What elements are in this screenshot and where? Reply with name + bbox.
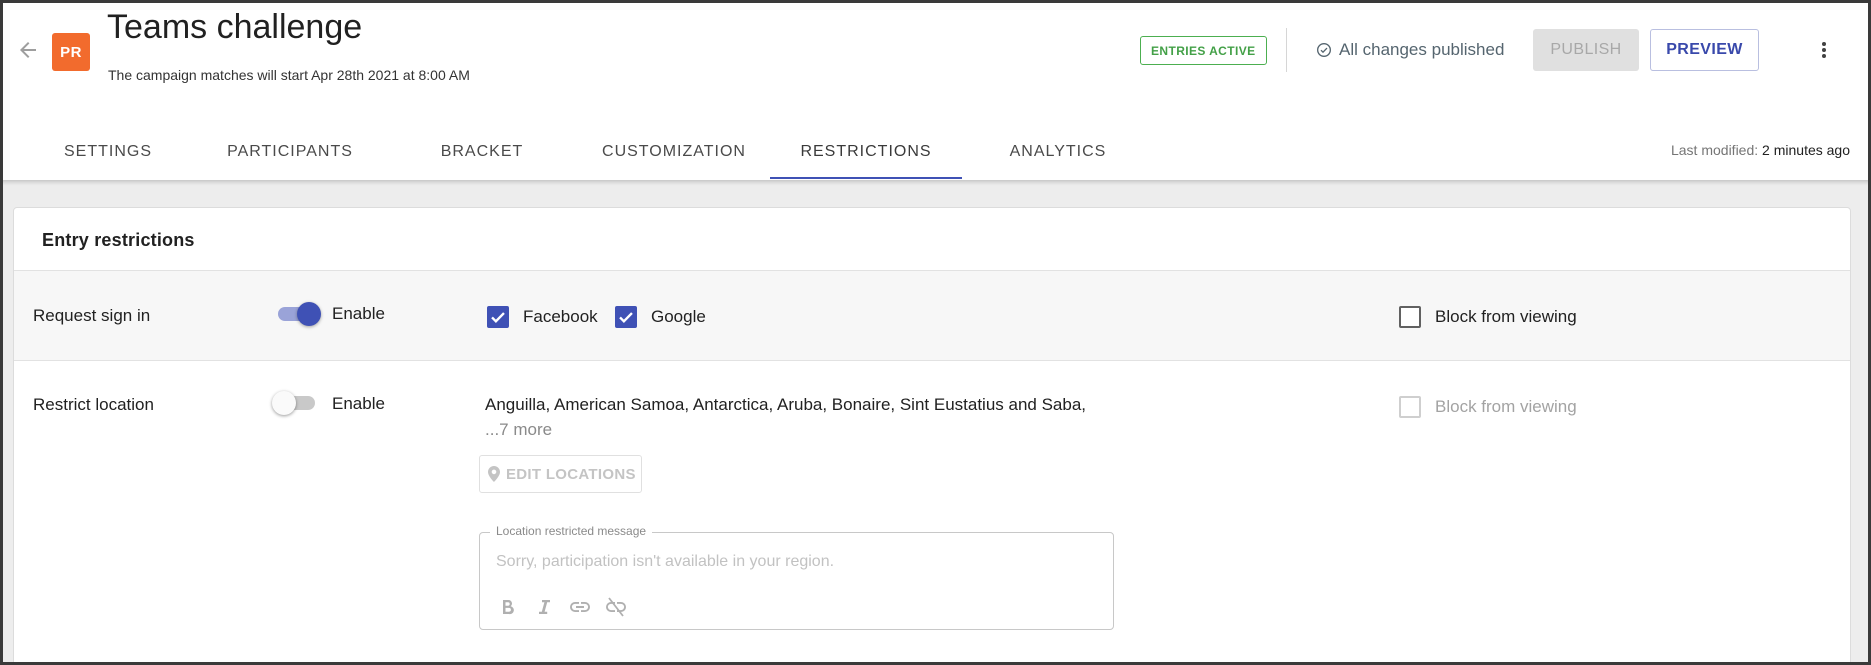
sign-in-block-viewing-checkbox[interactable] bbox=[1399, 306, 1421, 328]
tab-settings[interactable]: SETTINGS bbox=[22, 125, 194, 179]
campaign-logo: PR bbox=[52, 33, 90, 71]
location-message-legend: Location restricted message bbox=[490, 524, 653, 538]
bold-icon[interactable] bbox=[495, 595, 521, 619]
restrict-location-label: Restrict location bbox=[33, 395, 154, 414]
tab-bar: SETTINGS PARTICIPANTS BRACKET CUSTOMIZAT… bbox=[22, 125, 1154, 179]
publish-status: All changes published bbox=[1316, 40, 1504, 60]
publish-status-text: All changes published bbox=[1339, 40, 1505, 59]
tab-participants[interactable]: PARTICIPANTS bbox=[194, 125, 386, 179]
check-circle-icon bbox=[1317, 43, 1331, 57]
publish-button[interactable]: PUBLISH bbox=[1533, 29, 1639, 71]
sign-in-block-viewing-label: Block from viewing bbox=[1435, 307, 1577, 326]
entry-restrictions-card: Entry restrictions Request sign in Enabl… bbox=[13, 207, 1851, 665]
tab-customization[interactable]: CUSTOMIZATION bbox=[578, 125, 770, 179]
back-arrow-icon[interactable] bbox=[16, 38, 40, 62]
edit-locations-button[interactable]: EDIT LOCATIONS bbox=[479, 455, 642, 493]
sign-in-toggle-label: Enable bbox=[332, 304, 385, 323]
more-locations-link[interactable]: ...7 more bbox=[485, 420, 552, 440]
last-modified-label: Last modified: bbox=[1670, 142, 1759, 158]
campaign-start-info: The campaign matches will start Apr 28th… bbox=[108, 67, 470, 83]
location-block-viewing-label: Block from viewing bbox=[1435, 397, 1577, 416]
sign-in-toggle[interactable] bbox=[275, 302, 321, 326]
preview-button[interactable]: PREVIEW bbox=[1650, 29, 1759, 71]
unlink-icon[interactable] bbox=[603, 595, 629, 619]
location-pin-icon bbox=[488, 466, 500, 482]
location-message-editor[interactable]: Location restricted message Sorry, parti… bbox=[479, 524, 1114, 630]
facebook-checkbox[interactable] bbox=[487, 306, 509, 328]
google-label: Google bbox=[651, 307, 706, 326]
card-title: Entry restrictions bbox=[42, 230, 195, 250]
selected-locations: Anguilla, American Samoa, Antarctica, Ar… bbox=[485, 395, 1087, 414]
tab-analytics[interactable]: ANALYTICS bbox=[962, 125, 1154, 179]
status-badge: ENTRIES ACTIVE bbox=[1140, 36, 1267, 65]
tab-bracket[interactable]: BRACKET bbox=[386, 125, 578, 179]
location-message-placeholder: Sorry, participation isn't available in … bbox=[496, 553, 835, 570]
tab-restrictions[interactable]: RESTRICTIONS bbox=[770, 125, 962, 179]
link-icon[interactable] bbox=[567, 595, 593, 619]
italic-icon[interactable] bbox=[531, 595, 557, 619]
location-toggle[interactable] bbox=[272, 391, 318, 415]
editor-toolbar bbox=[495, 595, 629, 619]
location-toggle-label: Enable bbox=[332, 394, 385, 413]
last-modified: Last modified: 2 minutes ago bbox=[1671, 142, 1850, 158]
request-sign-in-label: Request sign in bbox=[33, 306, 151, 325]
campaign-header: PR Teams challenge The campaign matches … bbox=[0, 0, 1871, 180]
last-modified-value: 2 minutes ago bbox=[1762, 142, 1850, 158]
more-vert-icon[interactable] bbox=[1812, 38, 1836, 62]
google-checkbox[interactable] bbox=[615, 306, 637, 328]
page-title: Teams challenge bbox=[107, 8, 363, 46]
location-block-viewing-checkbox[interactable] bbox=[1399, 396, 1421, 418]
header-divider bbox=[1286, 28, 1287, 72]
edit-locations-label: EDIT LOCATIONS bbox=[506, 465, 636, 483]
facebook-label: Facebook bbox=[523, 307, 598, 326]
